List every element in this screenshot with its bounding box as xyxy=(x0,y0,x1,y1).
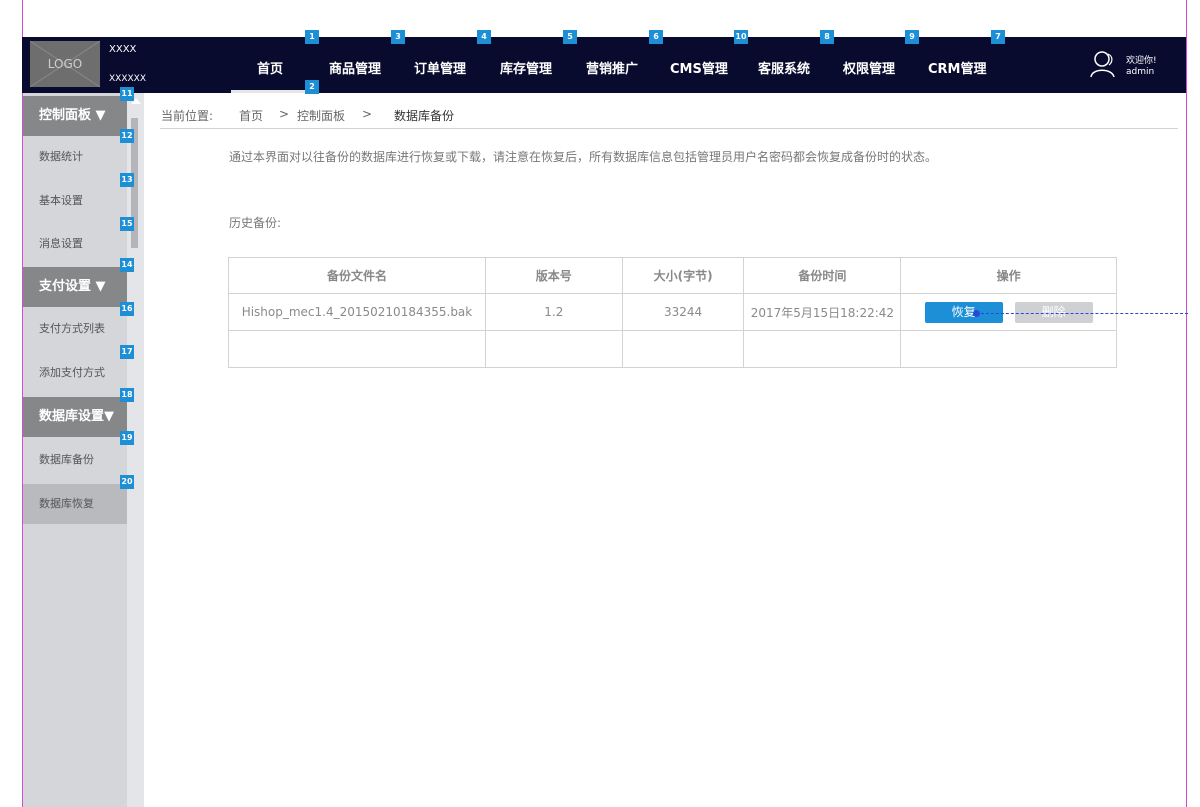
sidebar-item-payment-list[interactable]: 支付方式列表 xyxy=(23,309,127,349)
username: admin xyxy=(1126,67,1155,77)
annotation-badge: 6 xyxy=(649,30,663,44)
history-label: 历史备份: xyxy=(229,216,282,230)
breadcrumb-current: 数据库备份 xyxy=(394,109,455,123)
nav-orders[interactable]: 订单管理 xyxy=(414,58,466,77)
breadcrumb-home[interactable]: 首页 xyxy=(239,107,263,124)
annotation-badge: 11 xyxy=(120,87,134,101)
nav-products[interactable]: 商品管理 xyxy=(329,58,381,77)
annotation-badge: 16 xyxy=(120,302,134,316)
annotation-badge: 3 xyxy=(391,30,405,44)
nav-home[interactable]: 首页 xyxy=(257,58,283,77)
column-header-version: 版本号 xyxy=(484,257,623,294)
breadcrumb-separator: > xyxy=(279,107,290,121)
annotation-badge: 1 xyxy=(305,30,319,44)
nav-customer-service[interactable]: 客服系统 xyxy=(758,58,810,77)
cell-time: 2017年5月15日18:22:42 xyxy=(743,293,902,331)
breadcrumb-separator: > xyxy=(362,107,373,121)
empty-cell xyxy=(900,330,1117,368)
nav-permissions[interactable]: 权限管理 xyxy=(843,58,895,77)
column-header-filename: 备份文件名 xyxy=(228,257,486,294)
breadcrumb-prefix: 当前位置: xyxy=(161,109,214,123)
annotation-connector-dot xyxy=(973,310,980,317)
column-header-time: 备份时间 xyxy=(743,257,902,294)
annotation-badge: 5 xyxy=(563,30,577,44)
empty-cell xyxy=(621,330,745,368)
nav-active-underline xyxy=(231,90,305,93)
nav-marketing[interactable]: 营销推广 xyxy=(586,58,638,77)
column-header-size: 大小(字节) xyxy=(621,257,745,294)
sidebar-group-payment[interactable]: 支付设置 ▼ xyxy=(23,267,127,307)
annotation-badge: 12 xyxy=(120,129,134,143)
annotation-badge: 14 xyxy=(120,258,134,272)
sidebar-group-control-panel[interactable]: 控制面板 ▼ xyxy=(23,96,127,136)
sidebar-item-statistics[interactable]: 数据统计 xyxy=(23,137,127,177)
intro-text: 通过本界面对以往备份的数据库进行恢复或下载，请注意在恢复后，所有数据库信息包括管… xyxy=(229,150,938,164)
sidebar-item-db-backup[interactable]: 数据库备份 xyxy=(23,440,127,480)
nav-crm[interactable]: CRM管理 xyxy=(928,58,987,77)
empty-cell xyxy=(228,330,486,368)
table-row: Hishop_mec1.4_20150210184355.bak 1.2 332… xyxy=(228,293,1117,331)
cell-filename: Hishop_mec1.4_20150210184355.bak xyxy=(228,293,486,331)
guide-line-right xyxy=(1186,0,1187,807)
annotation-badge: 10 xyxy=(734,30,748,44)
annotation-connector-line xyxy=(976,313,1188,314)
user-icon[interactable] xyxy=(1090,50,1116,78)
nav-inventory[interactable]: 库存管理 xyxy=(500,58,552,77)
table-header-row: 备份文件名 版本号 大小(字节) 备份时间 操作 xyxy=(228,257,1117,294)
brand-subname: XXXXXX xyxy=(109,74,146,84)
breadcrumb-divider xyxy=(160,128,1178,129)
logo[interactable]: LOGO xyxy=(30,41,100,87)
sidebar-item-add-payment[interactable]: 添加支付方式 xyxy=(23,353,127,393)
sidebar-item-basic-settings[interactable]: 基本设置 xyxy=(23,181,127,221)
delete-button[interactable]: 删除 xyxy=(1014,301,1093,323)
sidebar-item-message-settings[interactable]: 消息设置 xyxy=(23,224,127,264)
annotation-badge: 4 xyxy=(477,30,491,44)
sidebar-group-database[interactable]: 数据库设置▼ xyxy=(23,397,127,437)
annotation-badge: 13 xyxy=(120,173,134,187)
annotation-badge: 7 xyxy=(991,30,1005,44)
page: LOGO XXXX XXXXXX 首页 商品管理 订单管理 库存管理 营销推广 … xyxy=(0,0,1200,807)
annotation-badge: 17 xyxy=(120,345,134,359)
restore-button[interactable]: 恢复 xyxy=(924,301,1003,323)
annotation-badge: 15 xyxy=(120,217,134,231)
table-row-empty xyxy=(228,330,1117,368)
welcome-text: 欢迎你! xyxy=(1126,56,1157,66)
annotation-badge: 8 xyxy=(820,30,834,44)
breadcrumb-control-panel[interactable]: 控制面板 xyxy=(297,107,345,124)
cell-version: 1.2 xyxy=(484,293,623,331)
annotation-badge: 9 xyxy=(905,30,919,44)
annotation-badge: 2 xyxy=(305,80,319,94)
nav-cms[interactable]: CMS管理 xyxy=(670,58,728,77)
empty-cell xyxy=(743,330,902,368)
cell-actions: 恢复 删除 xyxy=(900,293,1117,331)
logo-text: LOGO xyxy=(47,57,83,71)
empty-cell xyxy=(484,330,623,368)
brand-name: XXXX xyxy=(109,44,137,55)
column-header-actions: 操作 xyxy=(900,257,1117,294)
annotation-badge: 19 xyxy=(120,431,134,445)
cell-size: 33244 xyxy=(621,293,745,331)
annotation-badge: 18 xyxy=(120,388,134,402)
sidebar-item-db-restore[interactable]: 数据库恢复 xyxy=(23,484,127,524)
annotation-badge: 20 xyxy=(120,475,134,489)
